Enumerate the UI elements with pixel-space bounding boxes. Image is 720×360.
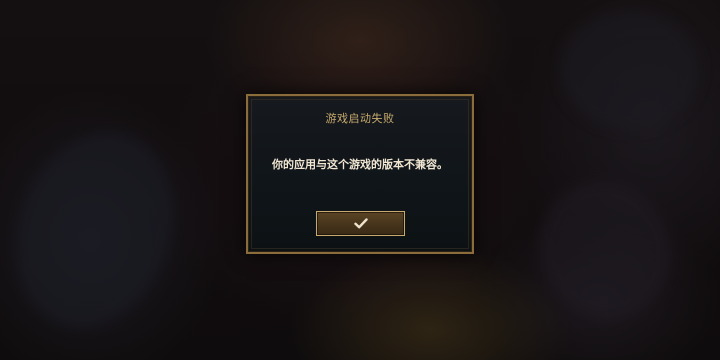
background-rock-left [0,110,200,350]
background-rock-right [513,156,697,344]
background-rock-top-right [560,10,700,130]
checkmark-icon [353,218,368,229]
error-dialog: 游戏启动失败 你的应用与这个游戏的版本不兼容。 [246,94,474,254]
confirm-button[interactable] [316,211,405,236]
dialog-title: 游戏启动失败 [325,112,395,125]
dialog-message: 你的应用与这个游戏的版本不兼容。 [272,158,448,171]
